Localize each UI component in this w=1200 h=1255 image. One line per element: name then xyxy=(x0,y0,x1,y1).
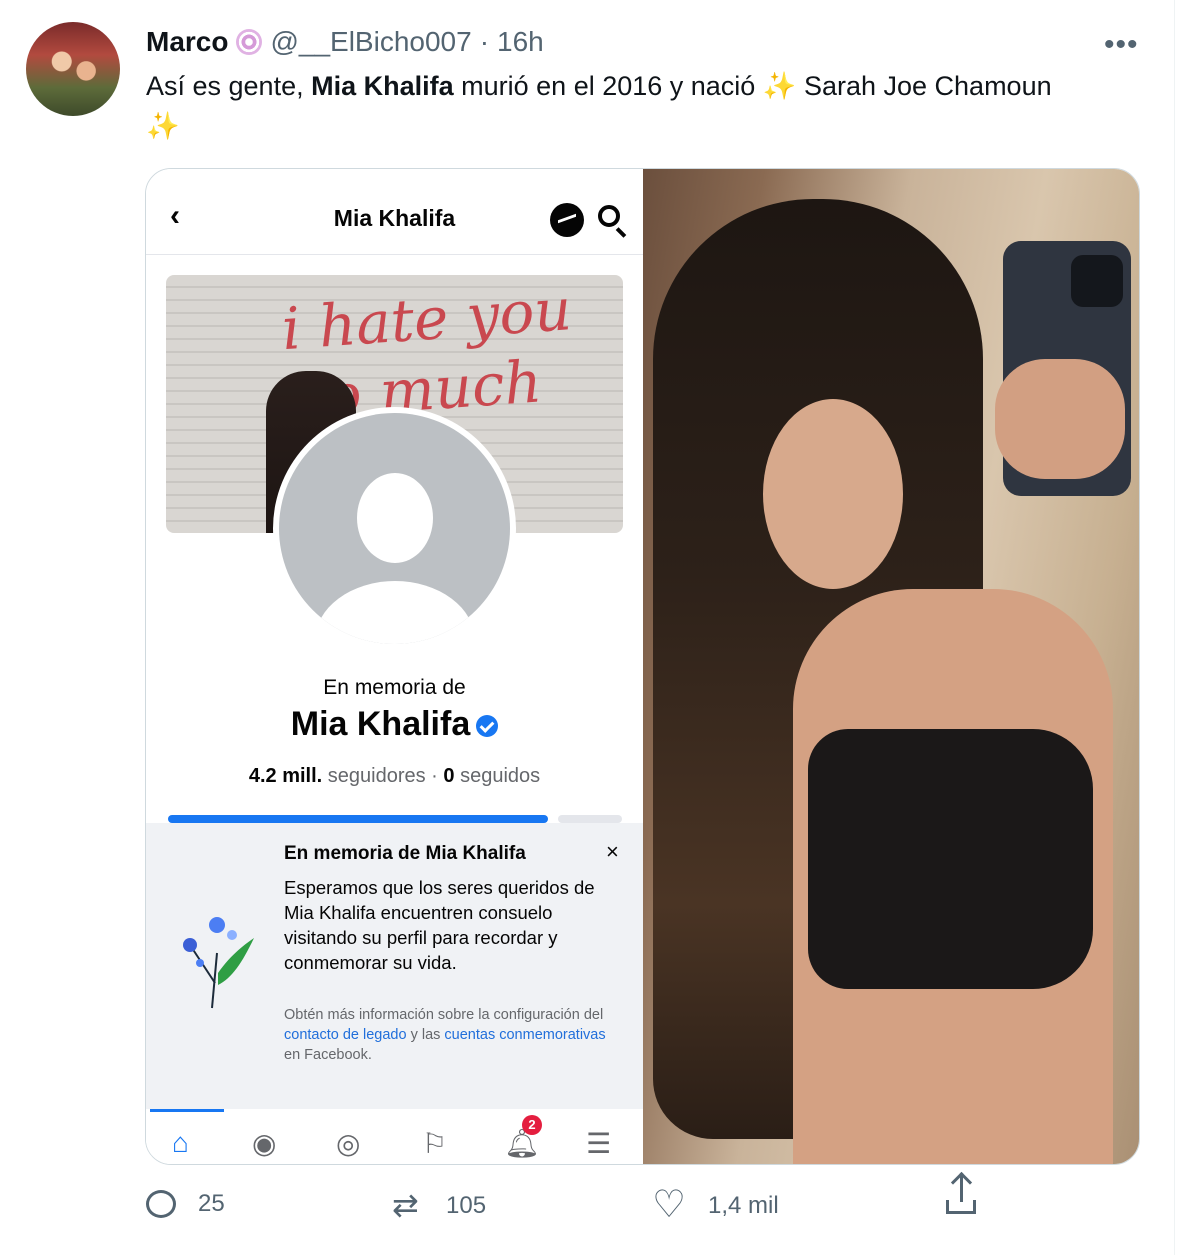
flowers-illustration-icon xyxy=(183,917,254,1009)
like-count: 1,4 mil xyxy=(708,1192,779,1219)
following-label: seguidos xyxy=(460,765,541,787)
notice-close-icon: × xyxy=(606,839,619,864)
reply-count: 25 xyxy=(198,1190,225,1217)
more-button-edge xyxy=(558,815,622,823)
menu-icon: ☰ xyxy=(586,1128,612,1159)
groups-icon: ◎ xyxy=(336,1128,361,1159)
memorial-label: En memoria de xyxy=(323,676,466,699)
tweet-header: Marco @__ElBicho007 · 16h xyxy=(146,24,544,60)
profile-name-text: Mia Khalifa xyxy=(290,705,471,743)
search-icon xyxy=(598,205,620,227)
notice-body: Esperamos que los seres queridos de Mia … xyxy=(284,877,595,973)
follower-stats: 4.2 mill. seguidores · 0 seguidos xyxy=(146,765,643,788)
tweet-text-part3: Sarah Joe Chamoun xyxy=(796,71,1052,101)
tweet[interactable]: Marco @__ElBicho007 · 16h ••• Así es gen… xyxy=(0,0,1175,1255)
tweet-text-part1: Así es gente, xyxy=(146,71,312,101)
photo-face xyxy=(763,399,903,589)
reply-button[interactable]: 25 xyxy=(146,1190,225,1218)
pages-flag-icon: ⚐ xyxy=(422,1128,448,1159)
fb-bottom-tabs: ⌂ ◉ ◎ ⚐ 🔔︎ 2 ☰ xyxy=(146,1109,643,1164)
notice-small-3: en Facebook. xyxy=(284,1047,372,1063)
more-horizontal-icon[interactable]: ••• xyxy=(1104,28,1139,62)
notice-small-2: y las xyxy=(406,1027,445,1043)
photo-phone-camera xyxy=(1071,255,1123,307)
account-badge-icon xyxy=(236,29,263,55)
tweet-text: Así es gente, Mia Khalifa murió en el 20… xyxy=(146,66,1146,146)
sparkles-emoji-2: ✨ xyxy=(146,111,180,141)
fb-top-bar: ‹ Mia Khalifa xyxy=(146,169,643,255)
like-button[interactable]: 1,4 mil xyxy=(652,1182,779,1227)
profile-icon: ◉ xyxy=(252,1128,277,1159)
legacy-contact-link: contacto de legado xyxy=(284,1027,407,1043)
notification-badge: 2 xyxy=(522,1115,542,1135)
retweet-count: 105 xyxy=(446,1192,487,1219)
user-handle[interactable]: @__ElBicho007 xyxy=(270,26,471,58)
default-profile-picture xyxy=(273,407,516,650)
tweet-text-part2: murió en el 2016 y nació xyxy=(453,71,763,101)
tweet-text-bold: Mia Khalifa xyxy=(311,71,454,101)
avatar-body-shape xyxy=(315,581,475,644)
selfie-photo-image[interactable] xyxy=(643,169,1139,1164)
notice-title: En memoria de Mia Khalifa xyxy=(284,843,526,864)
photo-hand xyxy=(995,359,1125,479)
display-name[interactable]: Marco xyxy=(146,26,228,58)
followers-label: seguidores xyxy=(327,765,426,787)
sparkles-emoji: ✨ xyxy=(762,71,797,101)
memorial-notice: En memoria de Mia Khalifa × Esperamos qu… xyxy=(146,823,643,1109)
verified-check-icon xyxy=(476,715,499,738)
share-icon xyxy=(946,1176,976,1214)
share-button[interactable] xyxy=(946,1176,976,1214)
timestamp[interactable]: 16h xyxy=(497,26,544,58)
retweet-button[interactable]: 105 xyxy=(392,1186,487,1224)
notice-small-1: Obtén más información sobre la configura… xyxy=(284,1007,604,1023)
reply-icon xyxy=(146,1190,176,1218)
stats-separator: · xyxy=(431,765,438,787)
notice-small-text: Obtén más información sobre la configura… xyxy=(284,1005,624,1065)
active-tab-indicator xyxy=(150,1109,224,1112)
facebook-screenshot-image[interactable]: ‹ Mia Khalifa i hate you So much En memo… xyxy=(146,169,643,1164)
avatar-head-shape xyxy=(357,473,433,563)
tweet-actions: 25 105 1,4 mil xyxy=(146,1176,976,1230)
avatar[interactable] xyxy=(26,22,120,116)
profile-name: Mia Khalifa xyxy=(146,705,643,744)
tweet-media[interactable]: ‹ Mia Khalifa i hate you So much En memo… xyxy=(145,168,1140,1165)
followers-count: 4.2 mill. xyxy=(248,765,323,787)
following-count: 0 xyxy=(443,765,455,787)
home-icon: ⌂ xyxy=(172,1127,189,1158)
heart-icon xyxy=(652,1182,686,1227)
retweet-icon xyxy=(392,1186,424,1224)
follow-button-edge xyxy=(168,815,548,823)
separator: · xyxy=(479,26,490,57)
photo-black-top xyxy=(808,729,1093,989)
memorial-accounts-link: cuentas conmemorativas xyxy=(444,1027,606,1043)
messenger-icon xyxy=(550,203,584,237)
